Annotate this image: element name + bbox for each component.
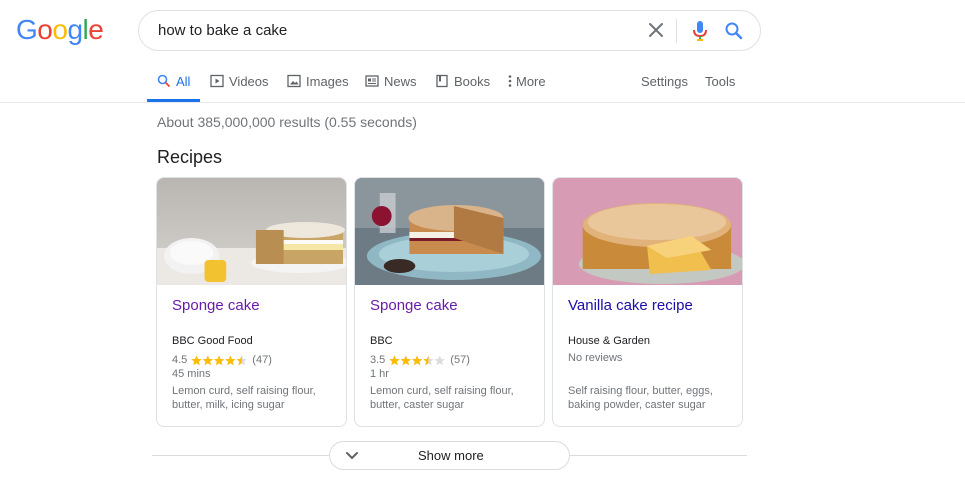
recipe-title-link[interactable]: Vanilla cake recipe [568,297,693,314]
tab-videos[interactable]: Videos [210,60,269,102]
tab-books[interactable]: Books [435,60,490,102]
ingredients: Self raising flour, butter, eggs, baking… [568,385,713,411]
tab-news[interactable]: News [365,60,417,102]
recipe-image [157,178,346,285]
tools-link[interactable]: Tools [705,60,735,102]
news-icon [365,75,379,87]
book-icon [436,74,448,88]
recipe-card[interactable]: Sponge cake BBC 3.5 (57) 1 hr Lemon curd… [354,177,545,427]
cook-time: 45 mins [172,368,211,380]
star-icon [423,355,434,365]
logo-letter: o [37,14,53,45]
review-count: (57) [450,354,470,366]
cook-time: 1 hr [370,368,389,380]
tab-label: Videos [229,73,269,89]
show-more-label: Show more [418,448,484,463]
star-icon [236,355,248,365]
stars-svg [191,355,248,365]
tab-label: Settings [641,73,688,89]
google-logo[interactable]: Google [16,14,104,45]
logo-letter: o [52,14,68,45]
video-icon [210,74,224,88]
recipe-source: House & Garden [568,335,650,347]
review-count: (47) [252,354,272,366]
chevron-down-icon [346,452,358,460]
show-more-button[interactable]: Show more [329,441,570,470]
logo-letter: e [88,14,104,45]
star-icon [202,355,214,365]
ingredients: Lemon curd, self raising flour, butter, … [172,385,316,411]
tab-label: Tools [705,73,736,89]
star-icon [225,355,236,365]
rating-value: 4.5 [172,354,188,366]
tab-all[interactable]: All [147,60,201,102]
tab-label: All [176,73,191,89]
star-icon [214,355,225,365]
recipe-source: BBC Good Food [172,335,253,347]
logo-letter: g [67,14,83,45]
ingredients: Lemon curd, self raising flour, butter, … [370,385,514,411]
tab-label: Images [306,73,349,89]
star-rating [389,355,446,366]
recipe-title-link[interactable]: Sponge cake [370,297,458,314]
recipe-card[interactable]: Vanilla cake recipe House & Garden No re… [552,177,743,427]
star-icon [191,355,202,365]
star-icon [434,355,446,365]
recipe-image [355,178,544,285]
settings-link[interactable]: Settings [641,60,688,102]
tab-label: News [384,73,417,89]
rating-value: 3.5 [370,354,386,366]
tab-images[interactable]: Images [287,60,349,102]
recipes-heading: Recipes [157,147,223,167]
search-divider [676,19,677,43]
tabs-divider [0,102,965,103]
search-input[interactable]: how to bake a cake [158,22,287,39]
search-icon [157,74,171,88]
star-icon [412,355,423,365]
rating-row: 4.5 (47) [172,354,272,366]
recipe-source: BBC [370,335,393,347]
google-search-page: Google how to bake a cake All Videos Ima… [0,0,965,503]
star-icon [400,355,412,365]
mic-icon[interactable] [690,20,710,42]
tab-label: Books [454,73,491,89]
tab-label: More [516,73,546,89]
recipe-card[interactable]: Sponge cake BBC Good Food 4.5 (47) 45 mi… [156,177,347,427]
search-box[interactable]: how to bake a cake [138,10,761,51]
tab-more[interactable]: More [507,60,546,102]
image-icon [287,74,301,88]
results-count: About 385,000,000 results (0.55 seconds) [157,114,417,130]
more-vertical-icon [508,75,512,87]
close-icon[interactable] [646,20,666,40]
rating-row: 3.5 (57) [370,354,470,366]
recipe-image [553,178,742,285]
recipe-title-link[interactable]: Sponge cake [172,297,260,314]
search-tabs: All Videos Images News Books More Settin… [147,60,965,102]
search-icon[interactable] [724,21,744,41]
star-icon [389,355,400,365]
no-reviews-label: No reviews [568,352,623,364]
logo-letter: G [16,14,38,45]
stars-svg [389,355,446,365]
star-rating [191,355,248,366]
